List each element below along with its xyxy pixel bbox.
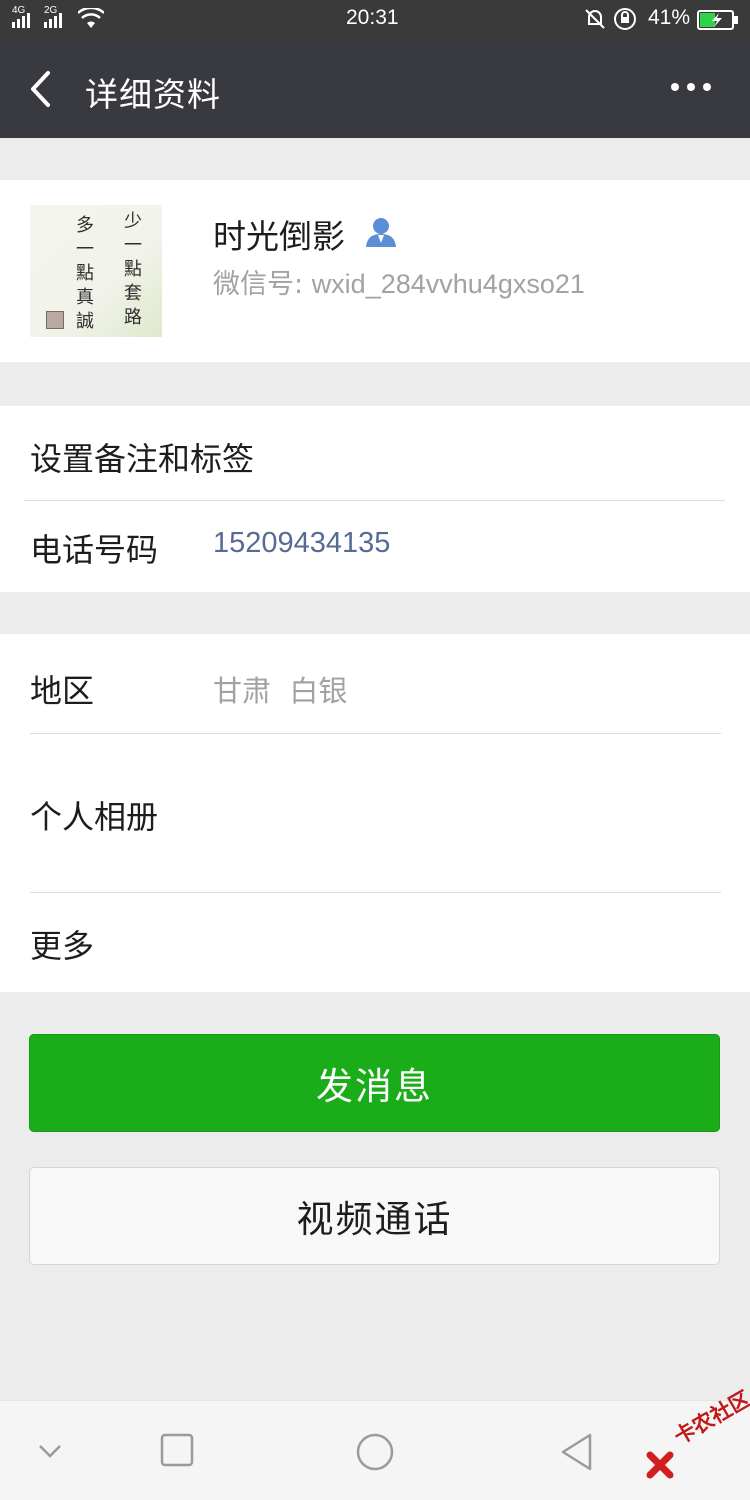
wechat-id: 微信号: wxid_284vvhu4gxso21 [213, 262, 585, 301]
seal-stamp [46, 311, 64, 329]
region-value: 甘肃 白银 [213, 674, 348, 708]
back-triangle-icon[interactable] [558, 1431, 596, 1473]
profile-card[interactable]: 少一點套路 多一點真誠 时光倒影 微信号: wxid_284vvhu4gxso2… [0, 180, 750, 362]
system-nav-bar: 卡农社区 [0, 1386, 750, 1500]
signal-icon-2 [44, 13, 62, 28]
avatar[interactable]: 少一點套路 多一點真誠 [30, 205, 162, 337]
back-arrow-icon[interactable] [28, 70, 54, 108]
wechat-id-value: wxid_284vvhu4gxso21 [311, 269, 585, 299]
signal-icon [12, 13, 30, 28]
remark-tags-row[interactable]: 设置备注和标签 [0, 406, 750, 500]
phone-row[interactable]: 电话号码 15209434135 [0, 501, 750, 592]
avatar-calligraphy-left: 多一點真誠 [73, 215, 94, 335]
album-row[interactable]: 个人相册 [0, 734, 750, 892]
status-bar: 4G 2G 20:31 41% [0, 0, 750, 38]
send-message-button[interactable]: 发消息 [29, 1034, 720, 1132]
watermark-text: 卡农社区 [670, 1386, 750, 1450]
more-label: 更多 [30, 927, 95, 965]
wechat-id-label: 微信号: [213, 269, 312, 300]
contact-name: 时光倒影 [213, 217, 345, 256]
rotation-lock-icon [614, 8, 636, 30]
section-region-album-more: 地区 甘肃 白银 个人相册 更多 [0, 634, 750, 992]
battery-percent: 41% [648, 6, 691, 29]
region-label: 地区 [30, 672, 95, 710]
chevron-down-icon[interactable] [36, 1441, 64, 1461]
home-circle-icon[interactable] [354, 1431, 396, 1473]
region-row: 地区 甘肃 白银 [0, 634, 750, 733]
contact-person-icon [366, 218, 396, 247]
mute-bell-icon [585, 9, 605, 29]
clock: 20:31 [346, 6, 399, 29]
remark-tags-label: 设置备注和标签 [30, 440, 255, 478]
recent-apps-square-icon[interactable] [159, 1432, 195, 1468]
avatar-calligraphy-right: 少一點套路 [121, 211, 142, 331]
video-call-button[interactable]: 视频通话 [29, 1167, 720, 1265]
wifi-icon [78, 8, 104, 28]
title-bar: 详细资料 [0, 38, 750, 138]
section-remark-phone: 设置备注和标签 电话号码 15209434135 [0, 406, 750, 592]
phone-number-link[interactable]: 15209434135 [213, 527, 390, 560]
more-row[interactable]: 更多 [0, 893, 750, 992]
watermark-logo: 卡农社区 [646, 1386, 750, 1483]
watermark-x-icon [646, 1451, 674, 1479]
more-options-icon[interactable] [670, 82, 712, 92]
phone-label: 电话号码 [30, 531, 159, 569]
album-label: 个人相册 [30, 798, 159, 836]
page-title: 详细资料 [85, 75, 221, 114]
battery-charging-icon [697, 10, 738, 30]
